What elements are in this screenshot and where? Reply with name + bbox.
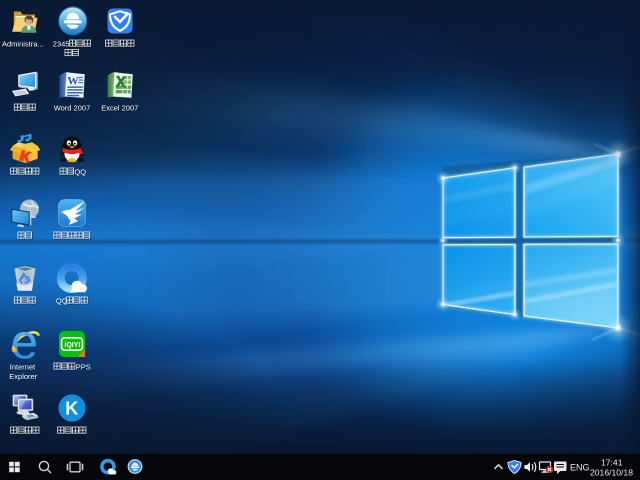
svg-text:Word 2007: Word 2007 (54, 103, 91, 112)
svg-text:2016/10/18: 2016/10/18 (590, 468, 633, 478)
svg-text:2345: 2345 (53, 39, 70, 48)
svg-text:Excel 2007: Excel 2007 (101, 103, 138, 112)
svg-text:17:41: 17:41 (601, 458, 623, 468)
svg-text:W: W (67, 76, 79, 88)
svg-text:iQIYI: iQIYI (64, 342, 80, 349)
svg-text:Administra...: Administra... (2, 39, 44, 48)
svg-text:QQ: QQ (74, 167, 86, 176)
svg-text:Internet: Internet (9, 362, 35, 371)
svg-text:PPS: PPS (76, 362, 91, 371)
svg-text:Explorer: Explorer (9, 372, 37, 381)
svg-text:K: K (65, 398, 78, 418)
svg-text:ENG: ENG (570, 463, 590, 473)
